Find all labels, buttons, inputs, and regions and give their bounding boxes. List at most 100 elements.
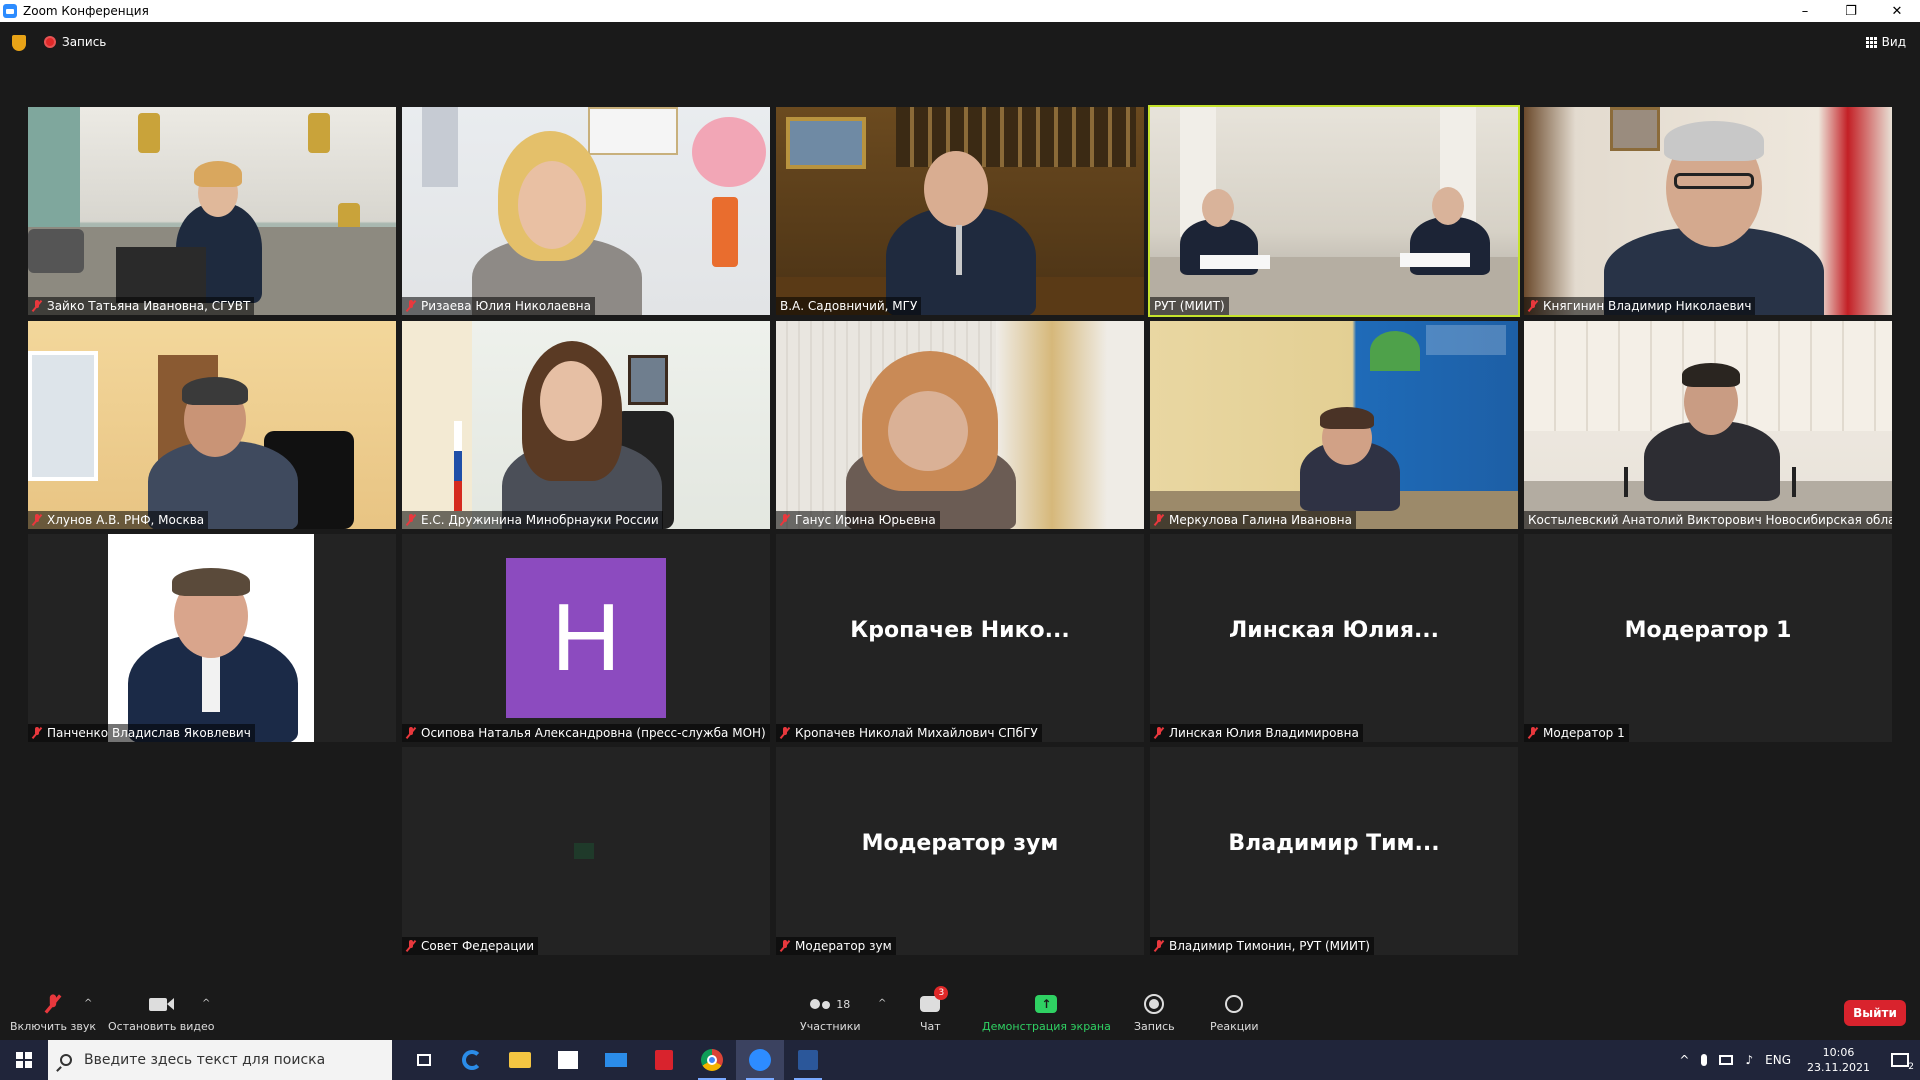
system-tray: ^ ♪ ENG 10:06 23.11.2021 2 xyxy=(1673,1040,1920,1080)
input-language[interactable]: ENG xyxy=(1765,1053,1791,1067)
participant-name-label: Е.С. Дружинина Минобрнауки России xyxy=(402,511,663,529)
participant-tile[interactable]: Линская Юлия... Линская Юлия Владимировн… xyxy=(1150,534,1518,742)
muted-mic-icon xyxy=(1154,940,1164,952)
muted-mic-icon xyxy=(780,514,790,526)
record-button[interactable]: Запись xyxy=(1134,992,1175,1033)
muted-mic-icon xyxy=(32,727,42,739)
microphone-icon[interactable] xyxy=(1701,1054,1708,1066)
participant-tile[interactable]: Меркулова Галина Ивановна xyxy=(1150,321,1518,529)
minimize-button[interactable]: – xyxy=(1782,0,1828,22)
muted-mic-icon xyxy=(780,940,790,952)
start-button[interactable] xyxy=(0,1040,48,1080)
participant-name-label: Кропачев Николай Михайлович СПбГУ xyxy=(776,724,1042,742)
window-titlebar: Zoom Конференция – ❐ ✕ xyxy=(0,0,1920,22)
recording-indicator[interactable]: Запись xyxy=(44,35,106,49)
participant-tile[interactable]: Ганус Ирина Юрьевна xyxy=(776,321,1144,529)
volume-icon[interactable]: ♪ xyxy=(1745,1053,1753,1067)
participant-display-name: Кропачев Нико... xyxy=(850,618,1070,643)
participant-tile[interactable]: Е.С. Дружинина Минобрнауки России xyxy=(402,321,770,529)
video-feed xyxy=(776,107,1144,315)
chat-unread-badge: 3 xyxy=(934,986,949,1000)
video-options-chevron-up-icon[interactable]: ^ xyxy=(202,998,210,1009)
share-screen-button[interactable]: ↑ Демонстрация экрана xyxy=(982,992,1111,1033)
participant-name-label: Совет Федерации xyxy=(402,937,539,955)
close-button[interactable]: ✕ xyxy=(1874,0,1920,22)
participant-tile[interactable]: Модератор 1 Модератор 1 xyxy=(1524,534,1892,742)
participant-tile[interactable]: Хлунов А.В. РНФ, Москва xyxy=(28,321,396,529)
video-feed xyxy=(574,843,594,859)
participant-tile[interactable]: Совет Федерации xyxy=(402,747,770,955)
muted-mic-icon xyxy=(1528,727,1538,739)
video-feed xyxy=(776,321,1144,529)
participant-name-label: Княгинин Владимир Николаевич xyxy=(1524,297,1756,315)
taskbar-search-input[interactable]: Введите здесь текст для поиска xyxy=(48,1040,392,1080)
acrobat-reader-icon[interactable] xyxy=(640,1040,688,1080)
participant-tile[interactable]: Модератор зум Модератор зум xyxy=(776,747,1144,955)
participant-name-label: Ризаева Юлия Николаевна xyxy=(402,297,595,315)
mail-icon[interactable] xyxy=(592,1040,640,1080)
participant-tile[interactable]: Владимир Тим... Владимир Тимонин, РУТ (М… xyxy=(1150,747,1518,955)
view-label: Вид xyxy=(1881,35,1906,49)
participant-tile[interactable]: Ризаева Юлия Николаевна xyxy=(402,107,770,315)
network-icon[interactable] xyxy=(1719,1055,1734,1065)
participant-name-label: Меркулова Галина Ивановна xyxy=(1150,511,1356,529)
participant-display-name: Линская Юлия... xyxy=(1228,618,1440,643)
participant-name-label: В.А. Садовничий, МГУ xyxy=(776,297,922,315)
clock-time: 10:06 xyxy=(1822,1046,1855,1059)
zoom-taskbar-icon[interactable] xyxy=(736,1040,784,1080)
muted-mic-icon xyxy=(780,727,790,739)
restore-button[interactable]: ❐ xyxy=(1828,0,1874,22)
participant-name-label: Панченко Владислав Яковлевич xyxy=(28,724,255,742)
video-feed xyxy=(28,534,396,742)
participants-options-chevron-up-icon[interactable]: ^ xyxy=(878,998,886,1009)
clock-date: 23.11.2021 xyxy=(1807,1061,1870,1074)
participant-name-label: Линская Юлия Владимировна xyxy=(1150,724,1363,742)
chrome-browser-icon[interactable] xyxy=(688,1040,736,1080)
video-feed xyxy=(1150,321,1518,529)
muted-mic-icon xyxy=(32,514,42,526)
muted-mic-icon xyxy=(32,300,42,312)
participant-tile[interactable]: Панченко Владислав Яковлевич xyxy=(28,534,396,742)
audio-options-chevron-up-icon[interactable]: ^ xyxy=(84,998,92,1009)
participant-name-label: Осипова Наталья Александровна (пресс-слу… xyxy=(402,724,770,742)
smiley-plus-icon xyxy=(1225,995,1244,1013)
profile-photo xyxy=(108,534,314,742)
muted-mic-icon xyxy=(406,940,416,952)
participant-tile[interactable]: Костылевский Анатолий Викторович Новосиб… xyxy=(1524,321,1892,529)
edge-browser-icon[interactable] xyxy=(448,1040,496,1080)
task-view-icon[interactable] xyxy=(400,1040,448,1080)
participant-tile-active-speaker[interactable]: РУТ (МИИТ) xyxy=(1148,105,1520,317)
participant-tile[interactable]: В.А. Садовничий, МГУ xyxy=(776,107,1144,315)
shield-icon[interactable] xyxy=(12,35,26,51)
participant-tile[interactable]: Княгинин Владимир Николаевич xyxy=(1524,107,1892,315)
participant-display-name: Модератор 1 xyxy=(1624,618,1792,643)
search-icon xyxy=(60,1054,72,1066)
word-icon[interactable] xyxy=(784,1040,832,1080)
stop-video-button[interactable]: Остановить видео xyxy=(108,992,215,1033)
avatar: H xyxy=(506,558,666,718)
video-camera-icon xyxy=(148,997,174,1011)
record-dot-icon xyxy=(44,36,56,48)
file-explorer-icon[interactable] xyxy=(496,1040,544,1080)
participant-tile[interactable]: H Осипова Наталья Александровна (пресс-с… xyxy=(402,534,770,742)
leave-meeting-button[interactable]: Выйти xyxy=(1844,1000,1906,1026)
participant-tile[interactable]: Зайко Татьяна Ивановна, СГУВТ xyxy=(28,107,396,315)
meeting-toolbar: Включить звук ^ Остановить видео ^ 18 Уч… xyxy=(0,984,1920,1040)
chat-button[interactable]: 3 Чат xyxy=(920,986,949,1033)
chevron-up-icon[interactable]: ^ xyxy=(1679,1053,1689,1067)
video-feed xyxy=(402,321,770,529)
muted-mic-icon xyxy=(406,727,416,739)
participant-name-label: Модератор 1 xyxy=(1524,724,1629,742)
reactions-button[interactable]: Реакции xyxy=(1210,992,1259,1033)
participant-name-label: Хлунов А.В. РНФ, Москва xyxy=(28,511,209,529)
muted-mic-icon xyxy=(406,300,416,312)
view-button[interactable]: Вид xyxy=(1865,35,1906,49)
muted-mic-icon xyxy=(406,514,416,526)
action-center-icon[interactable]: 2 xyxy=(1880,1040,1920,1080)
search-placeholder: Введите здесь текст для поиска xyxy=(84,1052,326,1068)
store-icon[interactable] xyxy=(544,1040,592,1080)
participant-tile[interactable]: Кропачев Нико... Кропачев Николай Михайл… xyxy=(776,534,1144,742)
meeting-topbar: Запись Вид xyxy=(0,22,1920,62)
taskbar-clock[interactable]: 10:06 23.11.2021 xyxy=(1807,1045,1870,1075)
participants-button[interactable]: 18 Участники xyxy=(800,992,861,1034)
